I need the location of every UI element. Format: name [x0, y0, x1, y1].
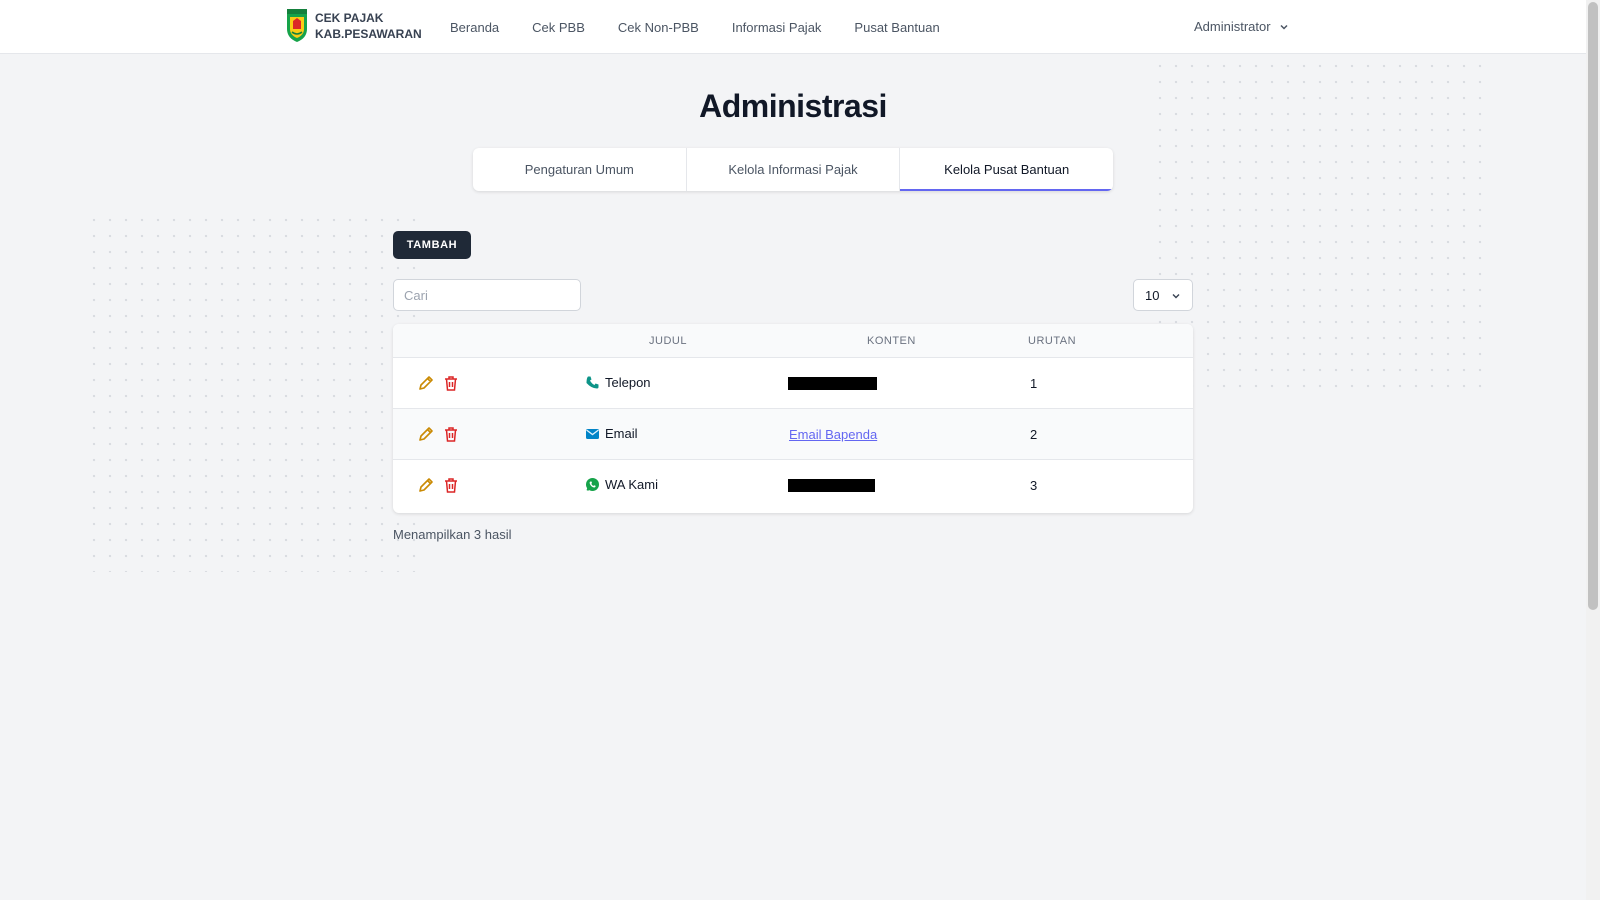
- table-row: Email Email Bapenda 2: [393, 409, 1193, 460]
- row-order: 2: [1030, 427, 1038, 442]
- admin-tabs: Pengaturan Umum Kelola Informasi Pajak K…: [473, 148, 1113, 191]
- results-count: Menampilkan 3 hasil: [393, 527, 512, 542]
- row-title: WA Kami: [605, 477, 658, 492]
- help-center-table: JUDUL KONTEN URUTAN Telepon 1 Email Emai…: [393, 324, 1193, 513]
- email-icon: [586, 429, 599, 439]
- whatsapp-icon: [586, 478, 599, 491]
- chevron-down-icon: [1172, 294, 1180, 299]
- pencil-icon[interactable]: [417, 374, 435, 392]
- brand-line-2: KAB.PESAWARAN: [315, 27, 422, 41]
- shield-crest-icon: [287, 9, 307, 42]
- add-button[interactable]: TAMBAH: [393, 231, 471, 259]
- brand[interactable]: CEK PAJAK KAB.PESAWARAN: [286, 9, 422, 43]
- nav-links: Beranda Cek PBB Cek Non-PBB Informasi Pa…: [450, 0, 973, 54]
- column-header-judul: JUDUL: [649, 335, 687, 347]
- redacted-content: [788, 377, 877, 390]
- trash-icon[interactable]: [442, 425, 460, 443]
- redacted-content: [788, 479, 875, 492]
- tab-pengaturan-umum[interactable]: Pengaturan Umum: [473, 148, 687, 191]
- row-title: Telepon: [605, 375, 651, 390]
- user-menu[interactable]: Administrator: [1194, 19, 1289, 34]
- trash-icon[interactable]: [442, 374, 460, 392]
- top-navbar: CEK PAJAK KAB.PESAWARAN Beranda Cek PBB …: [0, 0, 1586, 54]
- nav-link-pusat-bantuan[interactable]: Pusat Bantuan: [854, 20, 939, 35]
- table-row: WA Kami 3: [393, 460, 1193, 511]
- row-order: 1: [1030, 376, 1038, 391]
- row-title: Email: [605, 426, 638, 441]
- phone-icon: [586, 376, 599, 389]
- nav-link-cek-non-pbb[interactable]: Cek Non-PBB: [618, 20, 699, 35]
- user-name: Administrator: [1194, 19, 1271, 34]
- dot-pattern-decoration: [86, 212, 426, 572]
- table-header: JUDUL KONTEN URUTAN: [393, 324, 1193, 358]
- brand-line-1: CEK PAJAK: [315, 11, 384, 25]
- per-page-value: 10: [1145, 287, 1160, 303]
- column-header-konten: KONTEN: [867, 335, 916, 347]
- row-order: 3: [1030, 478, 1038, 493]
- pencil-icon[interactable]: [417, 476, 435, 494]
- scrollbar-thumb[interactable]: [1588, 2, 1598, 610]
- chevron-down-icon: [1280, 24, 1288, 30]
- trash-icon[interactable]: [442, 476, 460, 494]
- tab-kelola-pusat-bantuan[interactable]: Kelola Pusat Bantuan: [900, 148, 1113, 191]
- nav-link-beranda[interactable]: Beranda: [450, 20, 499, 35]
- email-bapenda-link[interactable]: Email Bapenda: [789, 427, 877, 442]
- table-row: Telepon 1: [393, 358, 1193, 409]
- column-header-urutan: URUTAN: [1028, 335, 1077, 347]
- tab-kelola-informasi-pajak[interactable]: Kelola Informasi Pajak: [687, 148, 901, 191]
- nav-link-cek-pbb[interactable]: Cek PBB: [532, 20, 585, 35]
- page-title: Administrasi: [699, 88, 887, 124]
- per-page-select[interactable]: 10: [1133, 279, 1193, 311]
- page-scrollbar[interactable]: [1586, 0, 1600, 900]
- pencil-icon[interactable]: [417, 425, 435, 443]
- search-input[interactable]: [393, 279, 581, 311]
- nav-link-informasi-pajak[interactable]: Informasi Pajak: [732, 20, 822, 35]
